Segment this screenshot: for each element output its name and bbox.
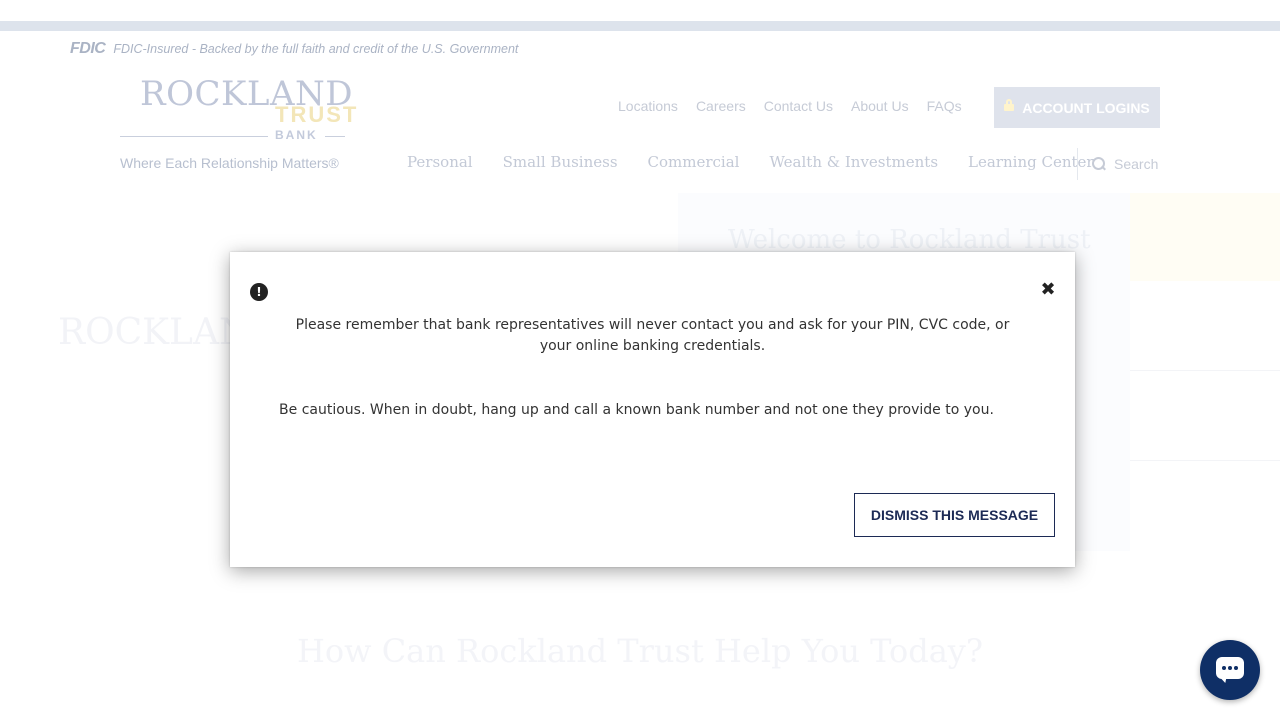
nav-personal[interactable]: Personal: [407, 153, 473, 171]
lock-icon: [1004, 98, 1015, 111]
logo-trust: TRUST: [275, 102, 359, 127]
main-nav: Personal Small Business Commercial Wealt…: [407, 153, 1124, 171]
fdic-banner: FDIC FDIC-Insured - Backed by the full f…: [70, 40, 518, 58]
security-alert-modal: ! ✖ Please remember that bank representa…: [230, 252, 1075, 567]
chat-bubble-icon: [1216, 657, 1244, 679]
modal-message-caution: Be cautious. When in doubt, hang up and …: [279, 402, 994, 418]
utility-link-contact-us[interactable]: Contact Us: [764, 98, 833, 114]
chat-dot: [1228, 666, 1232, 670]
fdic-text: FDIC-Insured - Backed by the full faith …: [113, 42, 519, 56]
chat-dot: [1234, 666, 1238, 670]
nav-commercial[interactable]: Commercial: [648, 153, 740, 171]
logo-bank: BANK: [275, 128, 318, 142]
nav-learning-center[interactable]: Learning Center: [968, 153, 1094, 171]
rockland-trust-logo[interactable]: ROCKLAND TRUST BANK Where Each Relations…: [120, 74, 356, 174]
top-strip: [0, 21, 1280, 31]
exclamation-circle-icon: !: [250, 283, 268, 301]
chat-dot: [1222, 666, 1226, 670]
search-placeholder: Search: [1114, 156, 1159, 172]
logo-tagline: Where Each Relationship Matters®: [120, 155, 339, 171]
dismiss-message-button[interactable]: DISMISS THIS MESSAGE: [854, 493, 1055, 537]
nav-small-business[interactable]: Small Business: [503, 153, 618, 171]
side-panel-highlight: [1130, 193, 1280, 281]
utility-link-about-us[interactable]: About Us: [851, 98, 909, 114]
chat-button[interactable]: [1200, 640, 1260, 700]
fdic-logo: FDIC: [70, 40, 106, 57]
close-icon[interactable]: ✖: [1038, 280, 1058, 300]
utility-link-locations[interactable]: Locations: [618, 98, 678, 114]
modal-message-credentials: Please remember that bank representative…: [295, 317, 1010, 354]
logo-rule: [325, 136, 345, 137]
utility-link-careers[interactable]: Careers: [696, 98, 746, 114]
nav-divider: [1077, 148, 1078, 180]
utility-nav: Locations Careers Contact Us About Us FA…: [618, 98, 962, 114]
nav-wealth-investments[interactable]: Wealth & Investments: [769, 153, 938, 171]
hero-heading: Welcome to Rockland Trust: [728, 225, 1091, 255]
search-control[interactable]: Search: [1092, 156, 1158, 172]
utility-link-faqs[interactable]: FAQs: [927, 98, 962, 114]
search-icon: [1092, 157, 1106, 171]
account-logins-button[interactable]: ACCOUNT LOGINS: [994, 87, 1160, 128]
account-logins-label: ACCOUNT LOGINS: [1022, 99, 1150, 116]
side-panel-divider: [1130, 460, 1280, 461]
side-panel-divider: [1130, 370, 1280, 371]
help-heading: How Can Rockland Trust Help You Today?: [296, 632, 984, 670]
logo-rule: [120, 136, 268, 137]
